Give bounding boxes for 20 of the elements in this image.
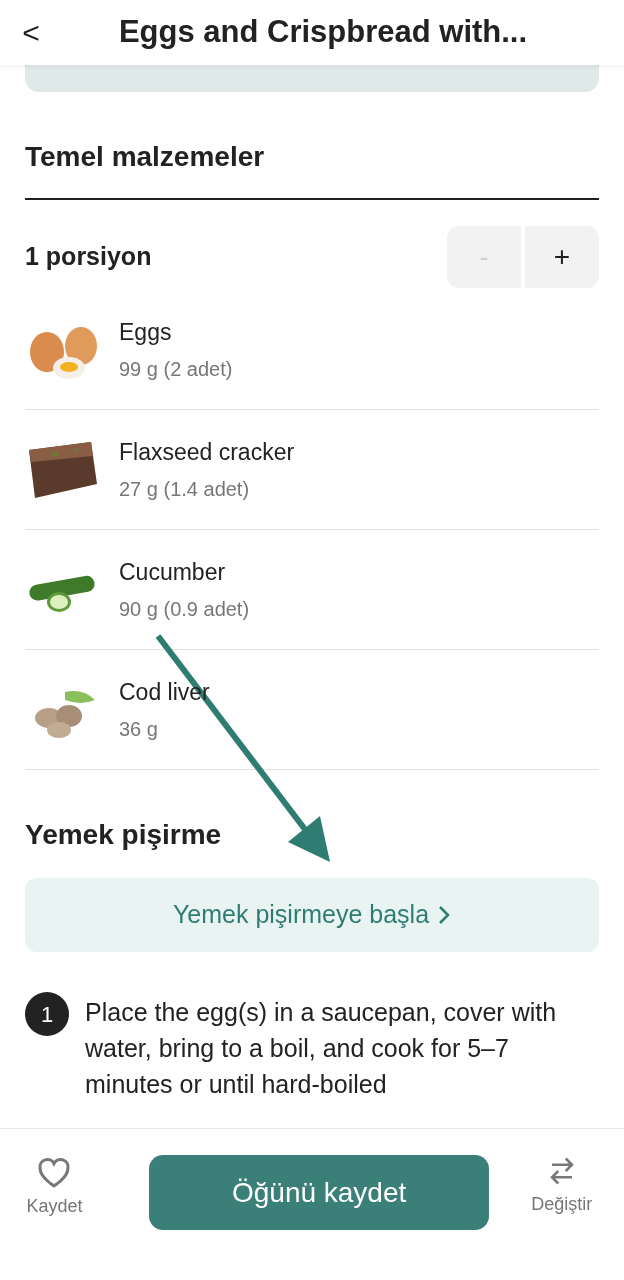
increase-button[interactable]: + xyxy=(525,226,599,288)
ingredient-name: Flaxseed cracker xyxy=(119,438,295,468)
section-heading: Yemek pişirme xyxy=(25,818,223,852)
ingredient-amount: 90 g (0.9 adet) xyxy=(119,596,250,622)
save-favorite-button[interactable]: Kaydet xyxy=(20,1155,89,1220)
ingredient-amount: 99 g (2 adet) xyxy=(119,356,233,382)
step-text: Place the egg(s) in a saucepan, cover with water, bring to a boil, and cook for 5–7 minutes or until hard-boiled xyxy=(85,997,558,1100)
ingredient-amount: 27 g (1.4 adet) xyxy=(119,476,251,502)
log-meal-button[interactable]: Öğünü kaydet xyxy=(148,1155,490,1230)
page-title: Eggs and Crispbread with... xyxy=(117,13,529,52)
step-number: 1 xyxy=(25,992,69,1036)
back-button[interactable]: < xyxy=(0,10,62,55)
servings-label: 1 porsiyon xyxy=(25,241,152,273)
section-heading: Temel malzemeler xyxy=(25,140,266,174)
ingredient-amount: 36 g xyxy=(119,716,159,742)
chevron-right-icon xyxy=(437,904,452,926)
ingredient-name: Cucumber xyxy=(119,558,227,588)
start-cooking-button[interactable]: Yemek pişirmeye başla xyxy=(25,878,599,952)
swap-button[interactable]: Değiştir xyxy=(519,1155,604,1218)
ingredient-name: Eggs xyxy=(119,318,173,348)
